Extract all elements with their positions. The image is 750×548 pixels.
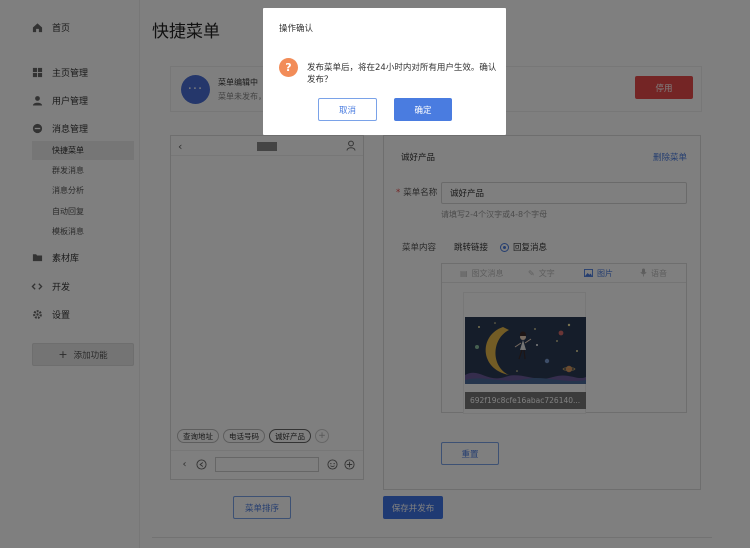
confirm-button[interactable]: 确定 (394, 98, 452, 121)
dialog-title: 操作确认 (279, 24, 314, 34)
confirm-dialog: 操作确认 ? 发布菜单后，将在24小时内对所有用户生效。确认发布？ 取消 确定 (263, 8, 506, 135)
question-icon: ? (279, 58, 298, 77)
cancel-button[interactable]: 取消 (318, 98, 377, 121)
dialog-message: 发布菜单后，将在24小时内对所有用户生效。确认发布？ (307, 63, 497, 85)
